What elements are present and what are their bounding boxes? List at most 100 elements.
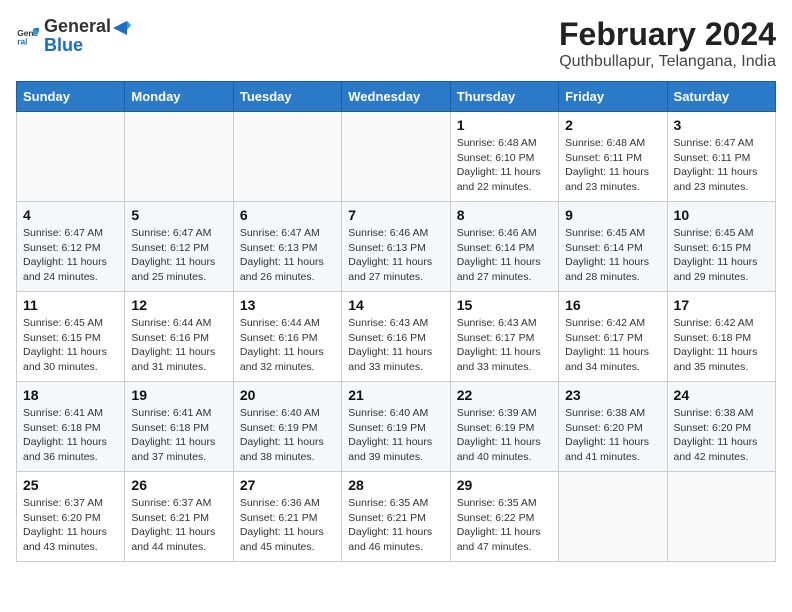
calendar-cell: 2 Sunrise: 6:48 AM Sunset: 6:11 PM Daylig… [559,112,667,202]
day-info: Sunrise: 6:38 AM Sunset: 6:20 PM Dayligh… [674,406,769,465]
day-info: Sunrise: 6:39 AM Sunset: 6:19 PM Dayligh… [457,406,552,465]
day-number: 29 [457,477,552,493]
calendar-cell: 18 Sunrise: 6:41 AM Sunset: 6:18 PM Dayli… [17,382,125,472]
header-day-friday: Friday [559,82,667,112]
svg-text:ral: ral [17,36,27,46]
calendar-cell [559,472,667,562]
calendar-cell: 1 Sunrise: 6:48 AM Sunset: 6:10 PM Daylig… [450,112,558,202]
day-number: 18 [23,387,118,403]
day-info: Sunrise: 6:48 AM Sunset: 6:10 PM Dayligh… [457,136,552,195]
calendar-cell: 28 Sunrise: 6:35 AM Sunset: 6:21 PM Dayli… [342,472,450,562]
day-info: Sunrise: 6:47 AM Sunset: 6:13 PM Dayligh… [240,226,335,285]
day-info: Sunrise: 6:46 AM Sunset: 6:14 PM Dayligh… [457,226,552,285]
logo-blue-text: Blue [44,35,131,56]
calendar-cell: 9Sunrise: 6:45 AM Sunset: 6:14 PM Daylig… [559,202,667,292]
day-info: Sunrise: 6:37 AM Sunset: 6:21 PM Dayligh… [131,496,226,555]
calendar-cell [17,112,125,202]
calendar-cell: 3 Sunrise: 6:47 AM Sunset: 6:11 PM Daylig… [667,112,775,202]
calendar-cell [342,112,450,202]
week-row-4: 18 Sunrise: 6:41 AM Sunset: 6:18 PM Dayli… [17,382,776,472]
calendar-cell: 5Sunrise: 6:47 AM Sunset: 6:12 PM Daylig… [125,202,233,292]
day-number: 11 [23,297,118,313]
day-number: 25 [23,477,118,493]
day-number: 26 [131,477,226,493]
logo: Gene ral General Blue [16,16,131,56]
calendar-cell: 15 Sunrise: 6:43 AM Sunset: 6:17 PM Dayli… [450,292,558,382]
week-row-5: 25 Sunrise: 6:37 AM Sunset: 6:20 PM Dayli… [17,472,776,562]
week-row-1: 1 Sunrise: 6:48 AM Sunset: 6:10 PM Daylig… [17,112,776,202]
day-number: 1 [457,117,552,133]
day-number: 17 [674,297,769,313]
header-row: SundayMondayTuesdayWednesdayThursdayFrid… [17,82,776,112]
header-day-sunday: Sunday [17,82,125,112]
calendar-header: SundayMondayTuesdayWednesdayThursdayFrid… [17,82,776,112]
calendar-cell: 22 Sunrise: 6:39 AM Sunset: 6:19 PM Dayli… [450,382,558,472]
calendar-cell: 26 Sunrise: 6:37 AM Sunset: 6:21 PM Dayli… [125,472,233,562]
day-info: Sunrise: 6:44 AM Sunset: 6:16 PM Dayligh… [131,316,226,375]
day-number: 28 [348,477,443,493]
calendar-cell: 16Sunrise: 6:42 AM Sunset: 6:17 PM Dayli… [559,292,667,382]
calendar-cell: 19 Sunrise: 6:41 AM Sunset: 6:18 PM Dayli… [125,382,233,472]
day-number: 4 [23,207,118,223]
day-number: 15 [457,297,552,313]
day-info: Sunrise: 6:44 AM Sunset: 6:16 PM Dayligh… [240,316,335,375]
page-header: Gene ral General Blue February 2024 Quth… [16,16,776,71]
day-number: 13 [240,297,335,313]
day-info: Sunrise: 6:43 AM Sunset: 6:16 PM Dayligh… [348,316,443,375]
day-info: Sunrise: 6:43 AM Sunset: 6:17 PM Dayligh… [457,316,552,375]
calendar-cell: 14 Sunrise: 6:43 AM Sunset: 6:16 PM Dayli… [342,292,450,382]
day-number: 27 [240,477,335,493]
calendar-cell: 6 Sunrise: 6:47 AM Sunset: 6:13 PM Daylig… [233,202,341,292]
day-info: Sunrise: 6:37 AM Sunset: 6:20 PM Dayligh… [23,496,118,555]
day-info: Sunrise: 6:41 AM Sunset: 6:18 PM Dayligh… [131,406,226,465]
day-number: 19 [131,387,226,403]
day-info: Sunrise: 6:45 AM Sunset: 6:15 PM Dayligh… [23,316,118,375]
logo-general-text: General [44,16,131,37]
header-day-tuesday: Tuesday [233,82,341,112]
day-info: Sunrise: 6:36 AM Sunset: 6:21 PM Dayligh… [240,496,335,555]
calendar-cell: 23 Sunrise: 6:38 AM Sunset: 6:20 PM Dayli… [559,382,667,472]
calendar-cell: 24 Sunrise: 6:38 AM Sunset: 6:20 PM Dayli… [667,382,775,472]
day-number: 6 [240,207,335,223]
day-number: 3 [674,117,769,133]
day-info: Sunrise: 6:47 AM Sunset: 6:12 PM Dayligh… [23,226,118,285]
day-info: Sunrise: 6:35 AM Sunset: 6:21 PM Dayligh… [348,496,443,555]
logo-icon: Gene ral [16,24,40,48]
day-info: Sunrise: 6:42 AM Sunset: 6:18 PM Dayligh… [674,316,769,375]
calendar-cell: 29Sunrise: 6:35 AM Sunset: 6:22 PM Dayli… [450,472,558,562]
day-number: 16 [565,297,660,313]
day-number: 24 [674,387,769,403]
header-day-thursday: Thursday [450,82,558,112]
week-row-2: 4 Sunrise: 6:47 AM Sunset: 6:12 PM Daylig… [17,202,776,292]
calendar-cell [233,112,341,202]
day-number: 12 [131,297,226,313]
calendar-cell [125,112,233,202]
day-number: 9 [565,207,660,223]
calendar-cell: 12 Sunrise: 6:44 AM Sunset: 6:16 PM Dayli… [125,292,233,382]
calendar-cell: 17 Sunrise: 6:42 AM Sunset: 6:18 PM Dayli… [667,292,775,382]
day-number: 14 [348,297,443,313]
calendar-cell: 25 Sunrise: 6:37 AM Sunset: 6:20 PM Dayli… [17,472,125,562]
day-number: 8 [457,207,552,223]
calendar-title: February 2024 [559,16,776,53]
title-section: February 2024 Quthbullapur, Telangana, I… [559,16,776,71]
day-number: 7 [348,207,443,223]
day-number: 2 [565,117,660,133]
day-info: Sunrise: 6:45 AM Sunset: 6:15 PM Dayligh… [674,226,769,285]
calendar-cell: 7 Sunrise: 6:46 AM Sunset: 6:13 PM Daylig… [342,202,450,292]
calendar-cell: 11 Sunrise: 6:45 AM Sunset: 6:15 PM Dayli… [17,292,125,382]
header-day-saturday: Saturday [667,82,775,112]
day-number: 23 [565,387,660,403]
day-info: Sunrise: 6:41 AM Sunset: 6:18 PM Dayligh… [23,406,118,465]
header-day-wednesday: Wednesday [342,82,450,112]
day-info: Sunrise: 6:48 AM Sunset: 6:11 PM Dayligh… [565,136,660,195]
day-number: 22 [457,387,552,403]
day-info: Sunrise: 6:46 AM Sunset: 6:13 PM Dayligh… [348,226,443,285]
day-info: Sunrise: 6:47 AM Sunset: 6:11 PM Dayligh… [674,136,769,195]
day-info: Sunrise: 6:38 AM Sunset: 6:20 PM Dayligh… [565,406,660,465]
calendar-cell [667,472,775,562]
calendar-subtitle: Quthbullapur, Telangana, India [559,53,776,71]
calendar-cell: 10Sunrise: 6:45 AM Sunset: 6:15 PM Dayli… [667,202,775,292]
header-day-monday: Monday [125,82,233,112]
calendar-cell: 21Sunrise: 6:40 AM Sunset: 6:19 PM Dayli… [342,382,450,472]
